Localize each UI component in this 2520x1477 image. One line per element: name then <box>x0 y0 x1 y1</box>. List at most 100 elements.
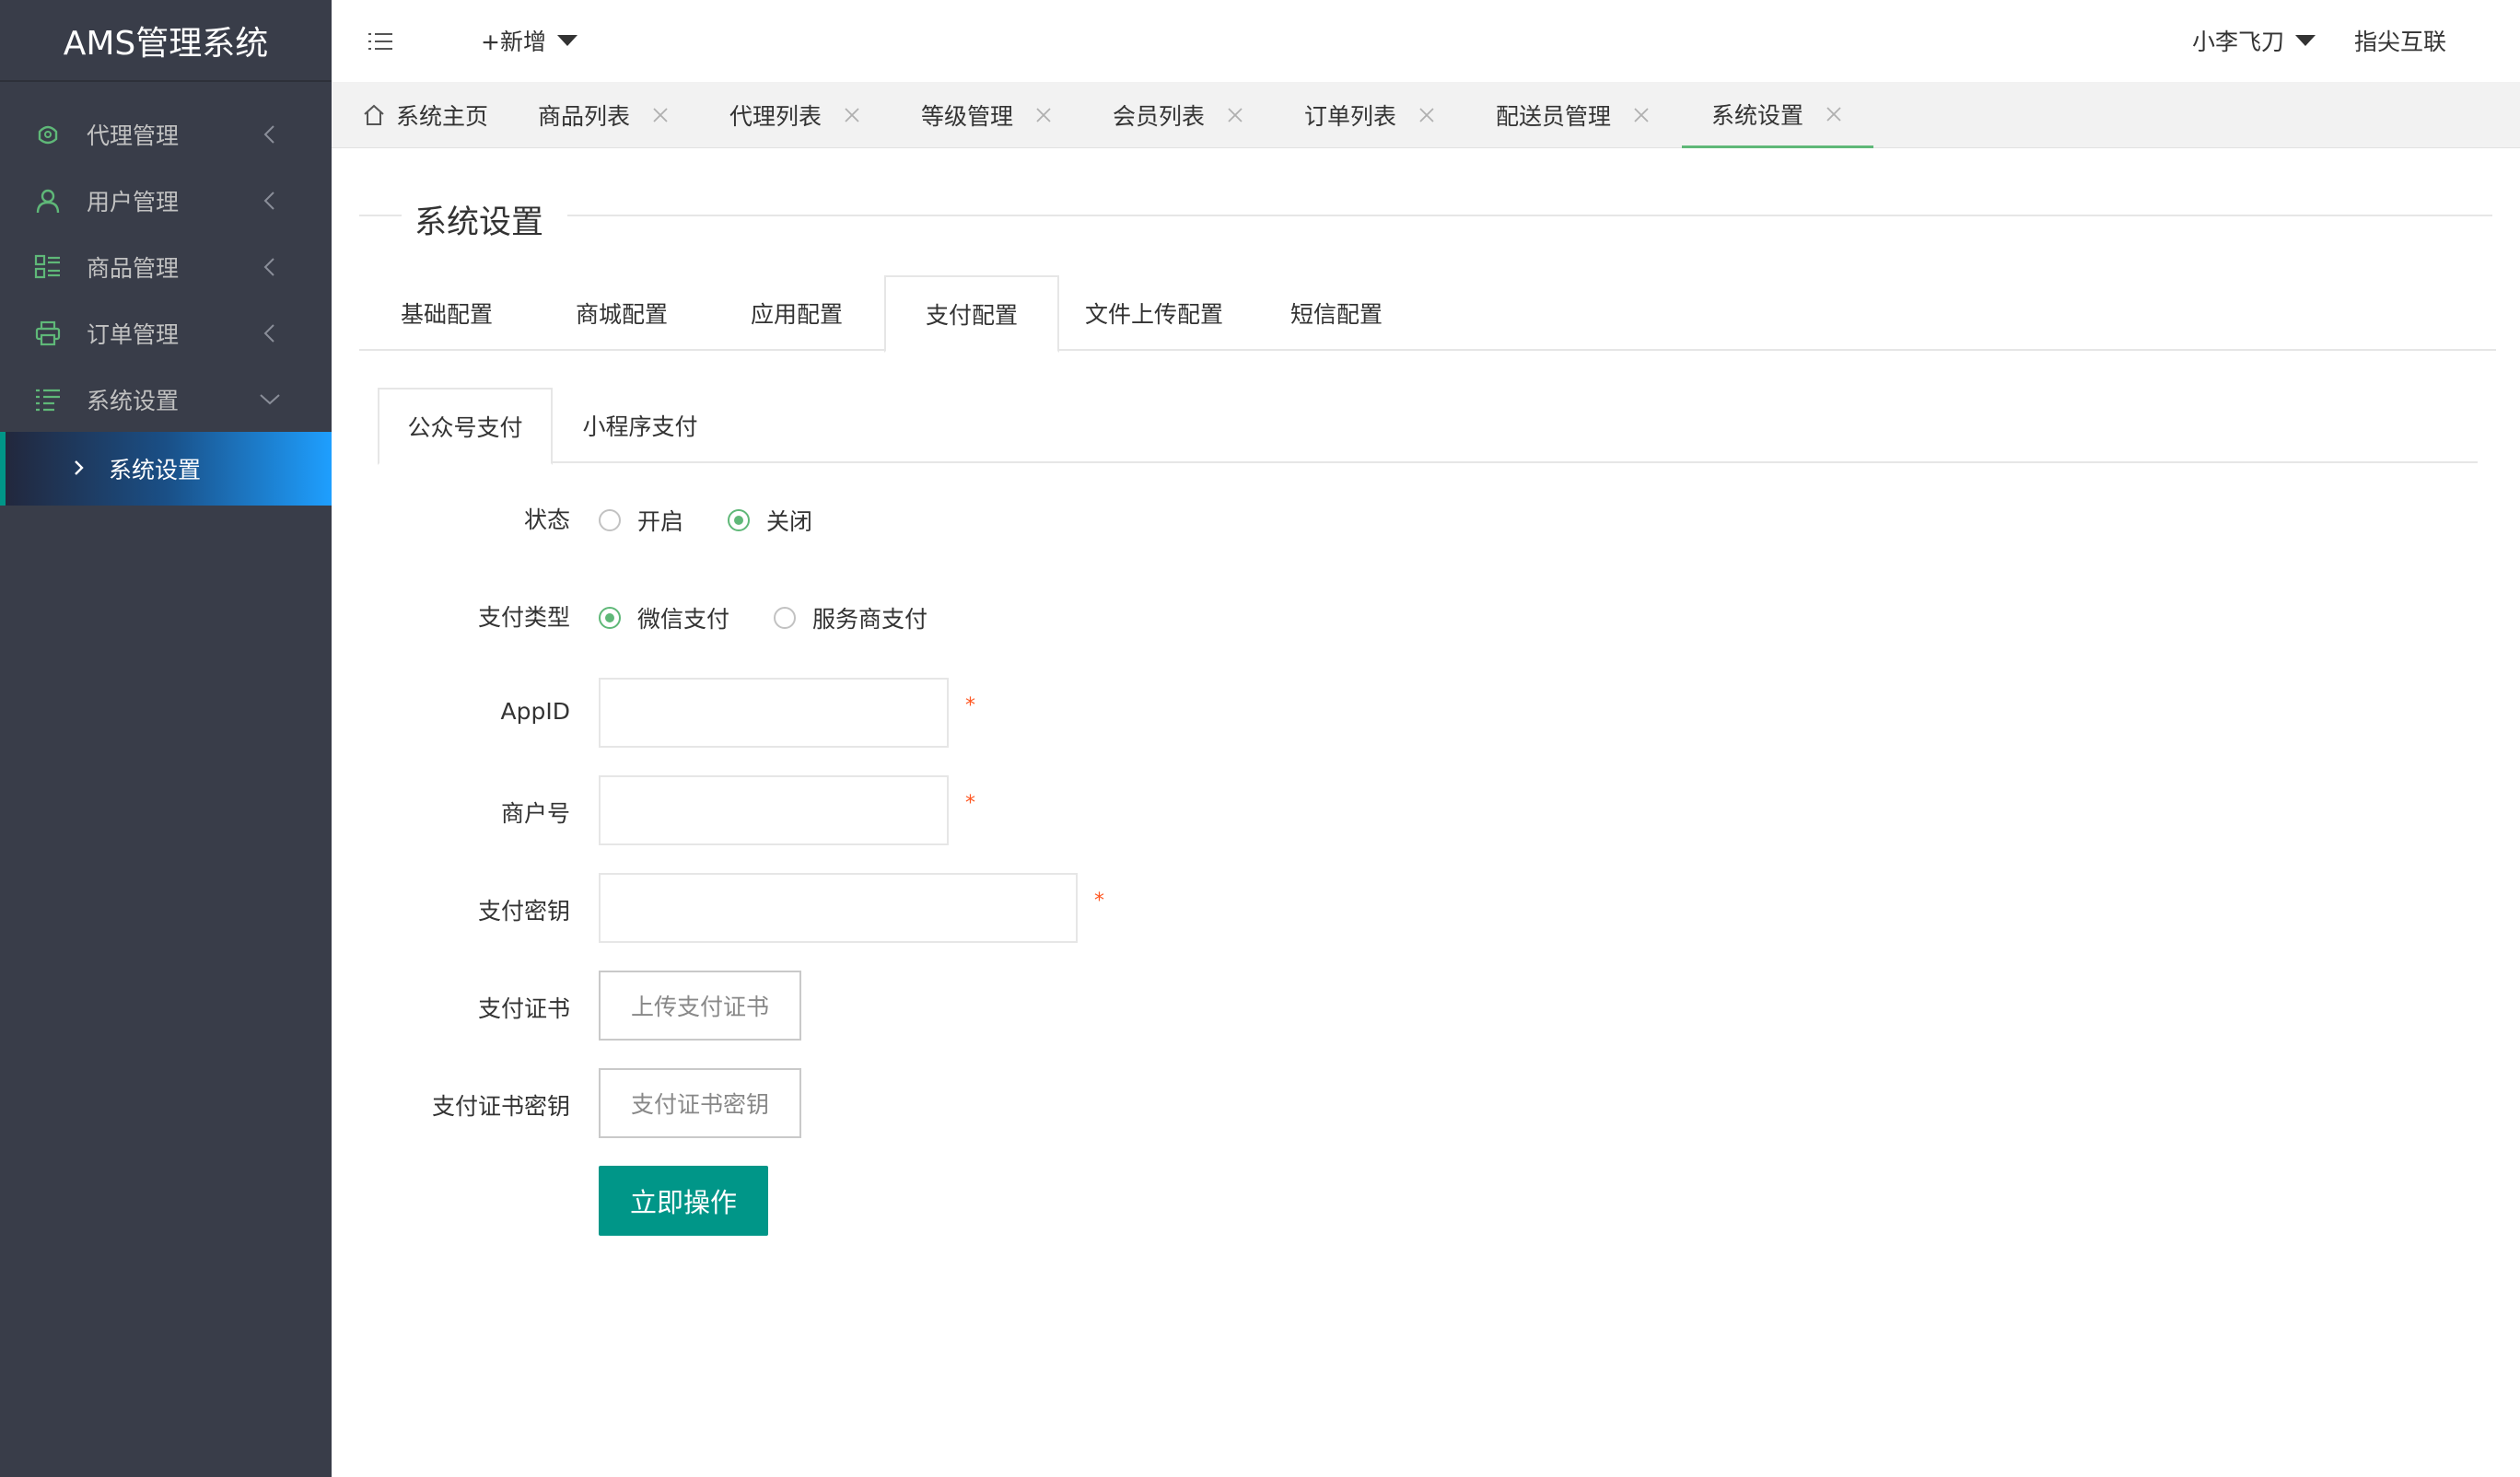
sidebar-item-users[interactable]: 用户管理 <box>0 168 332 234</box>
username: 小李飞刀 <box>2191 29 2284 55</box>
radio-label: 服务商支付 <box>812 606 928 633</box>
active-indicator <box>0 432 6 506</box>
radio-icon <box>599 509 621 531</box>
page-title: 系统设置 <box>414 204 544 241</box>
tab-miniprogram-pay[interactable]: 小程序支付 <box>553 388 728 463</box>
fieldset-divider <box>359 215 402 216</box>
tab-level-manage[interactable]: 等级管理 <box>921 82 1054 148</box>
tab-label: 商品列表 <box>538 103 631 130</box>
add-new-label: +新增 <box>481 29 546 55</box>
sidebar-item-orders[interactable]: 订单管理 <box>0 300 332 366</box>
close-icon[interactable] <box>1225 105 1245 125</box>
close-icon[interactable] <box>842 105 862 125</box>
close-icon[interactable] <box>650 105 671 125</box>
tab-label: 等级管理 <box>921 103 1014 130</box>
form-row-pay-type: 支付类型 微信支付 服务商支付 <box>332 594 1621 640</box>
required-mark: * <box>965 792 975 815</box>
tab-courier-manage[interactable]: 配送员管理 <box>1496 82 1651 148</box>
radio-icon <box>774 607 797 629</box>
radio-label: 开启 <box>637 508 684 535</box>
status-option-on[interactable]: 开启 <box>599 504 683 537</box>
tab-order-list[interactable]: 订单列表 <box>1304 82 1437 148</box>
form-row-cert-key: 支付证书密钥 支付证书密钥 <box>332 1068 1621 1138</box>
sidebar-item-goods[interactable]: 商品管理 <box>0 234 332 300</box>
merchant-id-input[interactable] <box>599 775 949 845</box>
close-icon[interactable] <box>1417 105 1437 125</box>
sidebar-item-agent[interactable]: 代理管理 <box>0 101 332 168</box>
main-content: 系统设置 基础配置 商城配置 应用配置 支付配置 文件上传配置 短信配置 公众号… <box>332 148 2520 1477</box>
user-menu[interactable]: 小李飞刀 <box>2192 24 2316 57</box>
user-icon <box>33 186 63 215</box>
chevron-left-icon <box>256 253 284 281</box>
radio-label: 微信支付 <box>637 606 730 633</box>
tab-official-account-pay[interactable]: 公众号支付 <box>378 388 553 465</box>
form-row-status: 状态 开启 关闭 <box>332 496 1621 542</box>
config-tab-bar: 基础配置 商城配置 应用配置 支付配置 文件上传配置 短信配置 <box>359 275 2496 353</box>
tab-member-list[interactable]: 会员列表 <box>1113 82 1245 148</box>
tab-agent-list[interactable]: 代理列表 <box>729 82 862 148</box>
status-option-off[interactable]: 关闭 <box>728 504 812 537</box>
form-row-pay-cert: 支付证书 上传支付证书 <box>332 971 1621 1041</box>
tab-label: 系统主页 <box>396 103 489 130</box>
sidebar-subitem-system-settings[interactable]: 系统设置 <box>0 432 332 506</box>
form-row-pay-secret: 支付密钥 * <box>332 873 1621 943</box>
pay-type-option-wechat[interactable]: 微信支付 <box>599 601 729 634</box>
brand-link[interactable]: 指尖互联 <box>2354 24 2446 57</box>
appid-input[interactable] <box>599 678 949 748</box>
merchant-label: 商户号 <box>500 800 570 827</box>
pay-type-label: 支付类型 <box>477 604 570 631</box>
appid-label: AppID <box>500 698 570 725</box>
tab-app-config[interactable]: 应用配置 <box>709 275 884 351</box>
sidebar-item-label: 订单管理 <box>87 321 180 348</box>
radio-label: 关闭 <box>766 508 813 535</box>
tab-label: 订单列表 <box>1304 103 1397 130</box>
submit-button[interactable]: 立即操作 <box>599 1166 768 1236</box>
upload-cert-key-button[interactable]: 支付证书密钥 <box>599 1068 801 1138</box>
tab-goods-list[interactable]: 商品列表 <box>538 82 671 148</box>
tab-home[interactable]: 系统主页 <box>361 82 488 148</box>
sidebar-item-label: 用户管理 <box>87 189 180 215</box>
settings-list-icon <box>33 385 63 414</box>
form-row-merchant: 商户号 * <box>332 775 1621 845</box>
required-mark: * <box>965 694 975 717</box>
radio-checked-icon <box>728 509 751 531</box>
upload-cert-button[interactable]: 上传支付证书 <box>599 971 801 1041</box>
sidebar: AMS管理系统 代理管理 用户管理 商品管理 订单管理 系统设置 系统设置 <box>0 0 332 1477</box>
pay-type-option-provider[interactable]: 服务商支付 <box>774 601 928 634</box>
close-icon[interactable] <box>1824 104 1844 124</box>
tab-payment-config[interactable]: 支付配置 <box>884 275 1059 353</box>
pay-secret-input[interactable] <box>599 873 1078 943</box>
tab-basic-config[interactable]: 基础配置 <box>359 275 534 351</box>
printer-icon <box>33 319 63 348</box>
sidebar-item-label: 商品管理 <box>87 255 180 282</box>
page-tab-bar: 系统主页 商品列表 代理列表 等级管理 会员列表 订单列表 配送员管理 系统设置 <box>332 82 2520 148</box>
home-icon <box>361 102 387 128</box>
chevron-right-icon <box>64 454 92 482</box>
app-logo[interactable]: AMS管理系统 <box>0 0 332 82</box>
required-mark: * <box>1094 890 1104 913</box>
tab-mall-config[interactable]: 商城配置 <box>534 275 709 351</box>
tab-sms-config[interactable]: 短信配置 <box>1249 275 1424 351</box>
sidebar-item-label: 代理管理 <box>87 122 180 149</box>
tab-label: 系统设置 <box>1711 101 1804 129</box>
radio-checked-icon <box>599 607 621 629</box>
tab-label: 会员列表 <box>1113 103 1206 130</box>
pay-cert-label: 支付证书 <box>477 995 570 1022</box>
sidebar-item-settings[interactable]: 系统设置 <box>0 366 332 433</box>
chevron-left-icon <box>256 320 284 347</box>
fieldset-divider <box>567 215 2492 216</box>
goods-icon <box>33 252 63 282</box>
pay-type-radio-group: 微信支付 服务商支付 <box>599 601 972 634</box>
close-icon[interactable] <box>1033 105 1054 125</box>
menu-toggle-icon[interactable] <box>365 26 396 57</box>
tab-upload-config[interactable]: 文件上传配置 <box>1059 275 1249 351</box>
sidebar-subitem-label: 系统设置 <box>109 457 202 483</box>
tab-label: 配送员管理 <box>1496 103 1612 130</box>
chevron-left-icon <box>256 121 284 148</box>
add-new-menu[interactable]: +新增 <box>481 24 578 57</box>
tab-system-settings[interactable]: 系统设置 <box>1682 82 1874 148</box>
caret-down-icon <box>2295 35 2316 46</box>
agent-icon <box>33 120 63 149</box>
payment-tab-bar: 公众号支付 小程序支付 <box>378 388 2478 465</box>
close-icon[interactable] <box>1631 105 1651 125</box>
